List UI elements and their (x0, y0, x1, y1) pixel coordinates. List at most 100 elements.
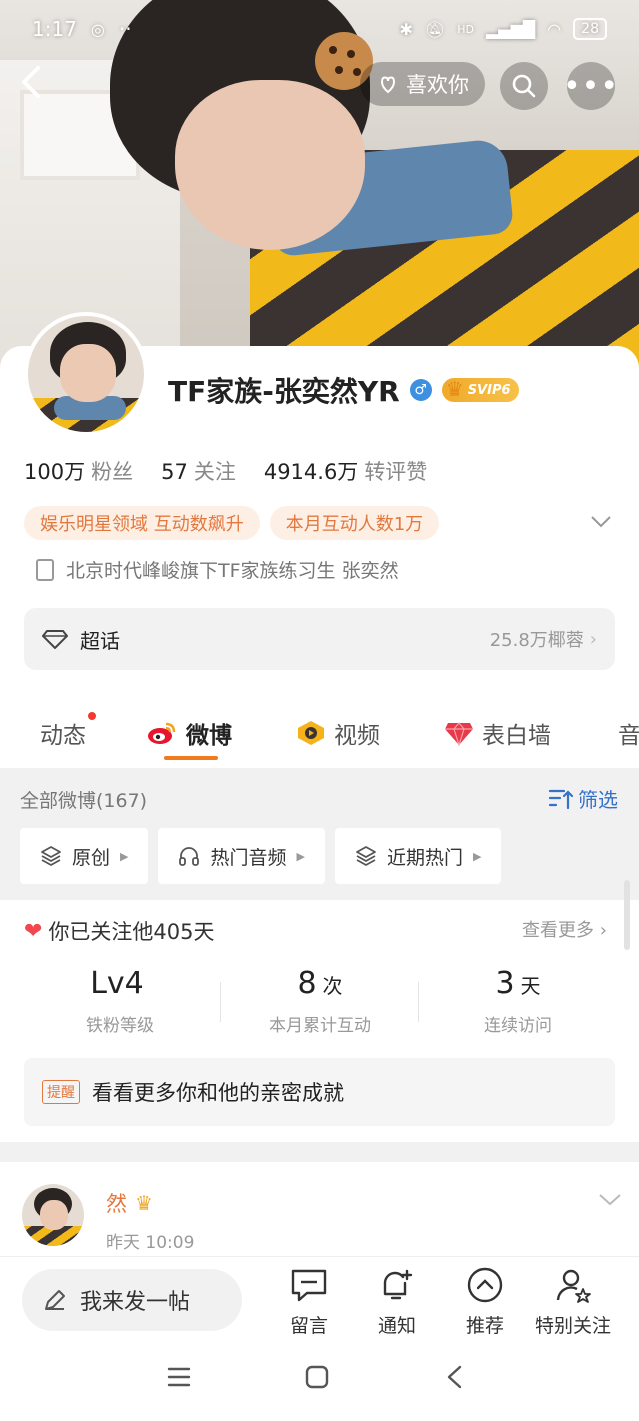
chat-bubble-icon (291, 1269, 327, 1302)
tab-weibo[interactable]: 微博 (146, 716, 232, 750)
stat-reposts-likes[interactable]: 4914.6万 转评赞 (264, 456, 427, 486)
profile-stats: 100万 粉丝 57 关注 4914.6万 转评赞 (24, 456, 427, 486)
message-board-button[interactable]: 留言 (264, 1265, 354, 1338)
user-star-icon (556, 1269, 591, 1303)
avatar[interactable] (24, 312, 148, 436)
notify-button[interactable]: 通知 (352, 1265, 442, 1338)
svip-badge[interactable]: SVIP6 (441, 377, 519, 402)
chevron-right-icon: › (599, 920, 607, 941)
scrollbar-thumb[interactable] (624, 880, 630, 950)
tag-monthly-interactions[interactable]: 本月互动人数1万 (269, 506, 440, 540)
status-extra: ·· (118, 17, 132, 41)
more-dots-icon: ••• (562, 68, 620, 104)
monthly-interaction-stat: 8次 本月累计互动 (269, 966, 371, 1036)
more-button[interactable]: ••• (563, 62, 618, 110)
caret-right-icon: ▶ (120, 849, 129, 863)
gem-heart-icon (445, 722, 473, 746)
video-icon (298, 721, 324, 745)
profile-name: TF家族-张奕然YR (168, 375, 400, 408)
like-you-label: 喜欢你 (406, 73, 469, 97)
unread-dot (88, 712, 96, 720)
status-time: 1:17 (32, 17, 77, 41)
chevron-right-icon: › (589, 628, 597, 650)
tab-video[interactable]: 视频 (296, 716, 380, 750)
status-bar: 1:17 ◎ ·· ✱ 🔕︎ HD ▂▄▆█ ◠ 28 (0, 0, 639, 58)
super-topic-entry[interactable]: 超话 25.8万椰蓉 › (24, 608, 615, 670)
bottom-action-bar: 我来发一帖 留言 通知 推荐 特别关注 (0, 1256, 639, 1342)
pencil-icon (45, 1290, 65, 1310)
profile-tags: 娱乐明星领域 互动数飙升 本月互动人数1万 (24, 506, 440, 540)
special-follow-button[interactable]: 特别关注 (528, 1265, 618, 1338)
tag-trending[interactable]: 娱乐明星领域 互动数飙升 (24, 506, 260, 540)
super-topic-count: 25.8万椰蓉 (489, 630, 584, 651)
mute-icon: 🔕︎ (424, 19, 446, 39)
profile-name-row: TF家族-张奕然YR ♂ SVIP6 (168, 370, 519, 410)
battery-indicator: 28 (573, 18, 607, 40)
heart-hand-icon (380, 76, 396, 94)
fan-level-stat: Lv4 铁粉等级 (86, 966, 154, 1036)
crown-badge-icon: ♛ (135, 1191, 153, 1215)
search-icon (512, 74, 536, 98)
network-type: HD (457, 22, 474, 36)
chevron-up-circle-icon (467, 1267, 503, 1303)
tab-activity[interactable]: 动态 (40, 712, 96, 750)
filter-button[interactable]: 筛选 (548, 784, 618, 813)
filter-sort-icon (548, 789, 574, 809)
search-button[interactable] (500, 62, 548, 110)
super-topic-label: 超话 (80, 628, 120, 653)
weibo-icon (148, 722, 176, 744)
bell-plus-icon (383, 1269, 413, 1300)
feed-filter-chips: 原创 ▶ 热门音频 ▶ 近期热门 ▶ (20, 828, 502, 884)
layers-icon (41, 846, 61, 866)
compose-button[interactable]: 我来发一帖 (22, 1269, 242, 1331)
caret-right-icon: ▶ (472, 849, 482, 863)
profile-tabs: 动态 微博 视频 表白墙 音 (0, 702, 639, 762)
active-tab-indicator (164, 756, 218, 760)
expand-profile-button[interactable] (590, 510, 612, 535)
post-author[interactable]: 然 ♛ (106, 1188, 153, 1218)
chevron-left-icon (22, 66, 40, 98)
stat-following[interactable]: 57 关注 (161, 456, 236, 486)
chip-hot-audio[interactable]: 热门音频 ▶ (158, 828, 325, 884)
achievement-reminder[interactable]: 提醒 看看更多你和他的亲密成就 (24, 1058, 615, 1126)
see-more-link[interactable]: 查看更多 › (522, 916, 607, 942)
caret-right-icon: ▶ (296, 849, 305, 863)
headphones-icon (179, 847, 200, 866)
home-icon[interactable] (304, 1364, 330, 1394)
post-avatar[interactable] (22, 1184, 84, 1246)
top-nav: 喜欢你 ••• (0, 56, 639, 112)
wifi-icon: ◠ (547, 19, 562, 39)
layers-icon (356, 846, 376, 866)
fan-relationship-card: ❤ 你已关注他405天 查看更多 › Lv4 铁粉等级 8次 本月累计互动 3天… (0, 900, 639, 1142)
consecutive-visit-stat: 3天 连续访问 (484, 966, 552, 1036)
post-menu-button[interactable] (598, 1188, 622, 1213)
stat-followers[interactable]: 100万 粉丝 (24, 456, 133, 486)
system-nav-bar (0, 1342, 639, 1421)
post-time: 昨天 10:09 (106, 1233, 195, 1253)
remind-badge: 提醒 (42, 1080, 80, 1104)
bluetooth-icon: ✱ (399, 19, 413, 39)
chip-original[interactable]: 原创 ▶ (20, 828, 149, 884)
like-you-button[interactable]: 喜欢你 (360, 62, 485, 106)
recommend-button[interactable]: 推荐 (440, 1265, 530, 1338)
document-icon (36, 558, 54, 581)
diamond-icon (42, 630, 68, 649)
remind-text: 看看更多你和他的亲密成就 (92, 1081, 344, 1105)
heart-icon: ❤ (24, 918, 43, 944)
follow-duration: ❤ 你已关注他405天 (24, 918, 215, 945)
back-nav-icon[interactable] (444, 1364, 466, 1394)
chip-recent-hot[interactable]: 近期热门 ▶ (334, 828, 502, 884)
chevron-down-icon (591, 516, 611, 528)
bio-text: 北京时代峰峻旗下TF家族练习生 张奕然 (66, 560, 399, 582)
back-button[interactable] (16, 62, 56, 106)
tab-confession-wall[interactable]: 表白墙 (444, 716, 551, 750)
tab-audio[interactable]: 音 (618, 716, 639, 750)
post-item[interactable]: 然 ♛ 昨天 10:09 (0, 1162, 639, 1258)
male-icon: ♂ (409, 379, 432, 401)
signal-icon: ▂▄▆█ (485, 19, 536, 39)
profile-bio: 北京时代峰峻旗下TF家族练习生 张奕然 (36, 556, 399, 583)
app-notification-icon: ◎ (90, 19, 105, 39)
menu-icon[interactable] (166, 1364, 192, 1394)
feed-count-header: 全部微博(167) (20, 790, 148, 812)
chevron-down-icon (599, 1194, 621, 1206)
